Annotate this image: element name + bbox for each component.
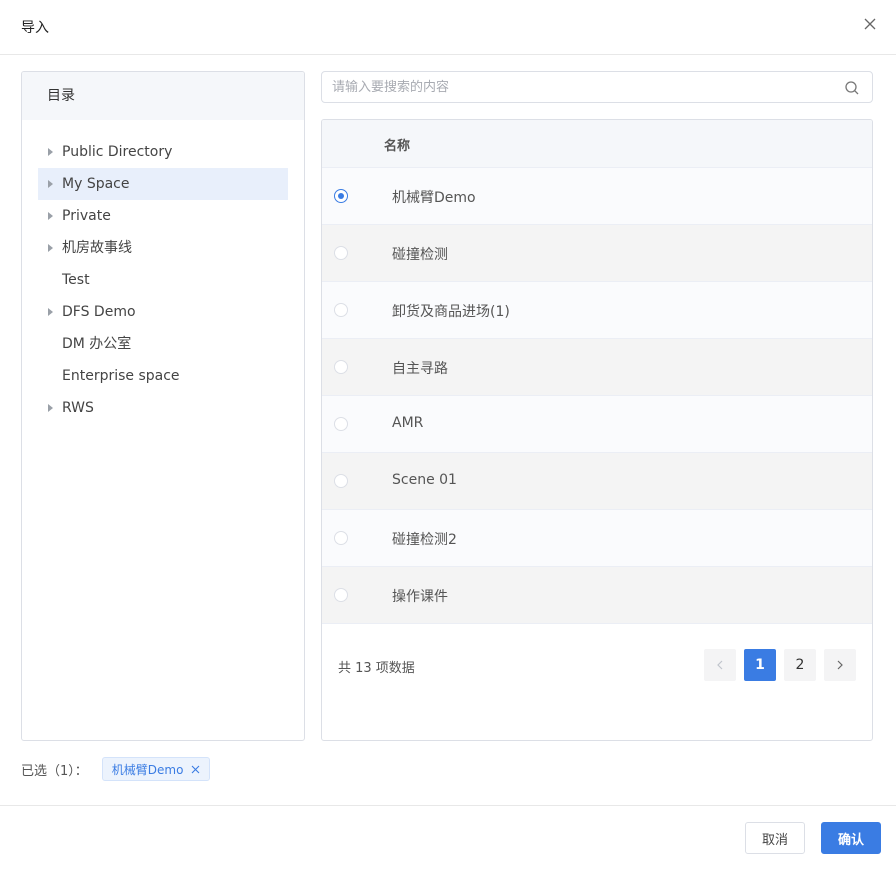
caret-right-icon[interactable]	[48, 148, 53, 156]
directory-heading: 目录	[22, 72, 304, 120]
caret-right-icon[interactable]	[48, 180, 53, 188]
row-radio[interactable]	[334, 531, 348, 545]
cancel-button[interactable]: 取消	[745, 822, 805, 854]
selected-tags: 机械臂Demo	[101, 757, 211, 781]
selected-tag-label: 机械臂Demo	[111, 762, 184, 777]
caret-right-icon[interactable]	[48, 308, 53, 316]
table-row[interactable]: Scene 01	[322, 453, 872, 510]
row-name: 碰撞检测	[392, 247, 448, 263]
table-body: 机械臂Demo 碰撞检测卸货及商品进场(1) 自主寻路 AMR Scene 01 碰撞检测…	[322, 168, 872, 624]
tree-node-label: DM 办公室	[62, 336, 132, 352]
tree-node-label: Private	[62, 208, 111, 224]
pager: 12	[704, 649, 856, 681]
directory-tree: Public Directory My Space Private 机房故事线 Test…	[22, 120, 304, 424]
table-row[interactable]: 碰撞检测	[322, 225, 872, 282]
table-row[interactable]: 操作课件	[322, 567, 872, 624]
tree-node[interactable]: RWS	[38, 392, 288, 424]
row-radio[interactable]	[334, 360, 348, 374]
table-row[interactable]: 碰撞检测2	[322, 510, 872, 567]
dialog-title: 导入	[21, 20, 49, 36]
tree-node[interactable]: Enterprise space	[38, 360, 288, 392]
row-name: 卸货及商品进场(1)	[392, 304, 510, 320]
chevron-right-icon	[837, 660, 843, 670]
row-name: 操作课件	[392, 589, 448, 605]
tree-node[interactable]: Test	[38, 264, 288, 296]
close-icon	[864, 18, 876, 30]
row-name: 自主寻路	[392, 361, 448, 377]
tree-node-label: My Space	[62, 176, 130, 192]
confirm-button[interactable]: 确认	[821, 822, 881, 854]
pagination-bar: 共 13 项数据 12	[322, 624, 872, 704]
search-input[interactable]	[322, 72, 832, 102]
row-radio[interactable]	[334, 417, 348, 431]
tree-node-label: DFS Demo	[62, 304, 136, 320]
directory-panel: 目录 Public Directory My Space Private 机房故事线 T…	[21, 71, 305, 741]
table-row[interactable]: AMR	[322, 396, 872, 453]
row-name: 机械臂Demo	[392, 190, 476, 206]
table-row[interactable]: 自主寻路	[322, 339, 872, 396]
tree-node[interactable]: DM 办公室	[38, 328, 288, 360]
row-radio[interactable]	[334, 189, 348, 203]
tag-close-icon[interactable]	[191, 764, 201, 774]
page-button[interactable]: 2	[784, 649, 816, 681]
page-button[interactable]: 1	[744, 649, 776, 681]
dialog-footer: 取消 确认	[0, 805, 896, 869]
search-icon[interactable]	[844, 80, 860, 96]
chevron-left-icon	[717, 660, 723, 670]
scene-table-panel: 名称 机械臂Demo 碰撞检测卸货及商品进场(1) 自主寻路 AMR Scene 01 碰…	[321, 119, 873, 741]
table-header: 名称	[322, 120, 872, 168]
close-button[interactable]	[858, 12, 882, 36]
row-name: AMR	[392, 415, 424, 431]
row-radio[interactable]	[334, 588, 348, 602]
table-row[interactable]: 卸货及商品进场(1)	[322, 282, 872, 339]
row-name: 碰撞检测2	[392, 532, 457, 548]
total-count: 共 13 项数据	[338, 661, 415, 676]
column-header-name: 名称	[384, 139, 411, 154]
tree-node-label: 机房故事线	[62, 240, 132, 256]
search-box	[321, 71, 873, 103]
caret-right-icon[interactable]	[48, 404, 53, 412]
tree-node[interactable]: My Space	[38, 168, 288, 200]
tree-node[interactable]: Public Directory	[38, 136, 288, 168]
next-page-button[interactable]	[824, 649, 856, 681]
selected-label: 已选（1）：	[21, 763, 88, 779]
tree-node-label: Enterprise space	[62, 368, 180, 384]
row-name: Scene 01	[392, 472, 457, 488]
row-radio[interactable]	[334, 246, 348, 260]
tree-node-label: Test	[62, 272, 90, 288]
caret-right-icon[interactable]	[48, 244, 53, 252]
prev-page-button[interactable]	[704, 649, 736, 681]
caret-right-icon[interactable]	[48, 212, 53, 220]
tree-node[interactable]: 机房故事线	[38, 232, 288, 264]
selected-area: 已选（1）： 机械臂Demo	[21, 757, 211, 781]
row-radio[interactable]	[334, 474, 348, 488]
row-radio[interactable]	[334, 303, 348, 317]
tree-node[interactable]: DFS Demo	[38, 296, 288, 328]
dialog-header: 导入	[0, 0, 896, 55]
tree-node-label: Public Directory	[62, 144, 173, 160]
table-row[interactable]: 机械臂Demo	[322, 168, 872, 225]
tree-node-label: RWS	[62, 400, 94, 416]
tree-node[interactable]: Private	[38, 200, 288, 232]
selected-tag: 机械臂Demo	[101, 757, 211, 781]
